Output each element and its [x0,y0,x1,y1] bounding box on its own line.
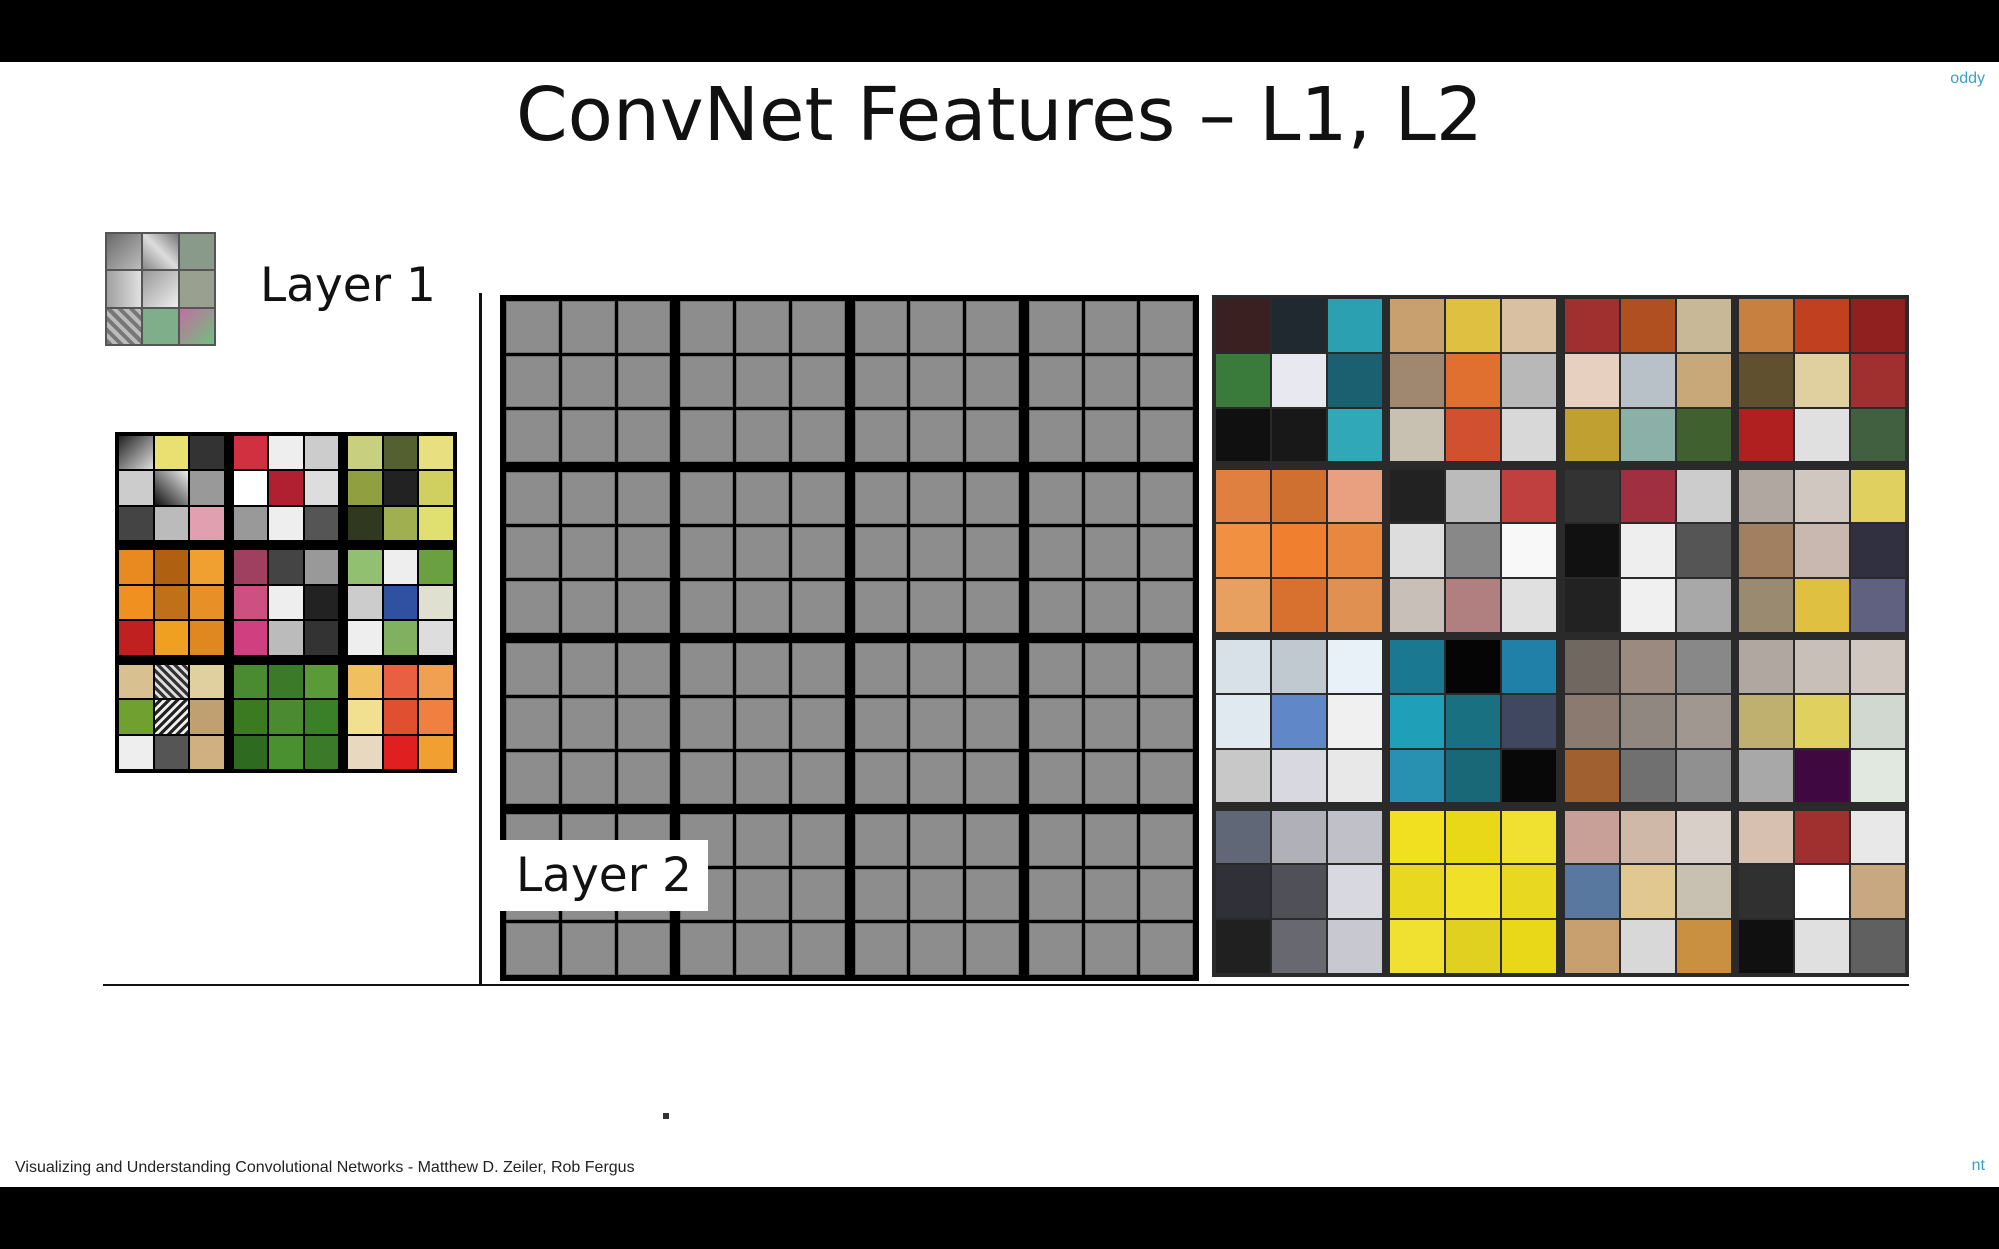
patch-block [1390,640,1557,803]
patch-block [1738,640,1905,803]
layer1-label: Layer 1 [260,258,436,313]
feature-block [680,301,845,462]
layer2-patches-grid [1212,295,1909,977]
layer2-label: Layer 2 [500,840,708,911]
patch-block [1564,469,1731,633]
patch-block [1564,299,1731,462]
patch-block [1738,299,1905,462]
patch-block [1216,810,1383,974]
citation-caption: Visualizing and Understanding Convolutio… [15,1159,635,1176]
patch-block [1216,640,1383,803]
patch-block [348,436,453,541]
section-divider-horizontal [103,984,1909,986]
feature-block [854,301,1019,462]
layer1-patches-grid [115,432,457,773]
mouse-cursor [663,1113,669,1119]
corner-label-bottom: nt [1971,1157,1985,1174]
patch-block [1216,299,1383,462]
layer1-filter-thumbnail [105,232,216,346]
patch-block [119,550,224,655]
patch-block [233,436,339,541]
feature-block [506,472,671,633]
feature-block [506,643,671,804]
patch-block [233,550,339,655]
feature-block [506,301,671,462]
patch-block [1564,640,1731,803]
slide-title: ConvNet Features – L1, L2 [516,72,1483,158]
feature-block [854,814,1019,975]
feature-block [1028,814,1193,975]
patch-block [348,664,453,769]
feature-block [854,472,1019,633]
patch-block [348,550,453,655]
patch-block [233,664,339,769]
feature-block [1028,301,1193,462]
corner-label-top: oddy [1950,70,1985,87]
feature-block [680,643,845,804]
patch-block [1738,810,1905,974]
patch-block [119,436,224,541]
feature-block [680,472,845,633]
patch-block [1738,469,1905,633]
patch-block [119,664,224,769]
feature-block [1028,643,1193,804]
patch-block [1216,469,1383,633]
feature-block [1028,472,1193,633]
feature-block [854,643,1019,804]
patch-block [1390,810,1557,974]
patch-block [1390,469,1557,633]
section-divider-vertical [479,293,482,985]
patch-block [1564,810,1731,974]
patch-block [1390,299,1557,462]
